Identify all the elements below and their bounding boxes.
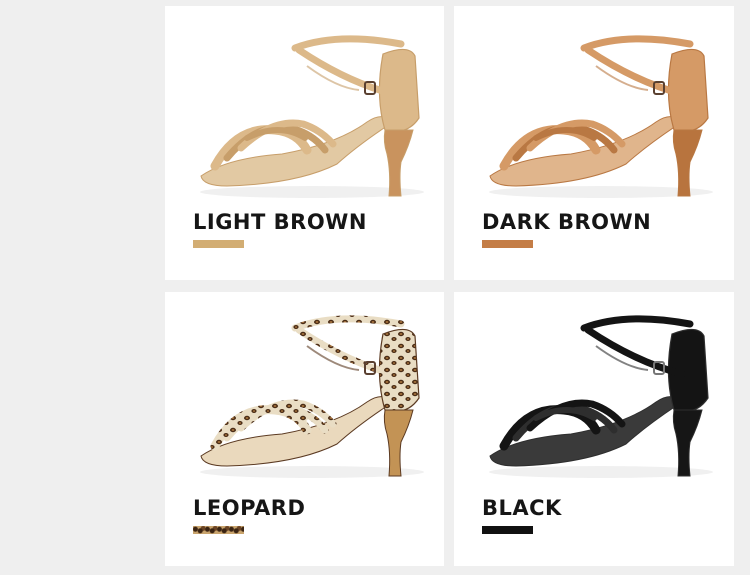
variant-card-black[interactable]: BLACK (454, 292, 734, 566)
color-swatch (193, 240, 244, 248)
shoe-black-image (489, 315, 713, 478)
shoe-leopard-image (200, 315, 424, 478)
variant-card-light-brown[interactable]: LIGHT BROWN (165, 6, 444, 280)
color-swatch (482, 526, 533, 534)
shoe-dark-brown-image (489, 35, 713, 198)
variant-label: LEOPARD (193, 496, 306, 520)
shoe-light-brown-image (200, 35, 424, 198)
variant-card-leopard[interactable]: LEOPARD (165, 292, 444, 566)
color-swatch (193, 526, 244, 534)
variant-label: DARK BROWN (482, 210, 652, 234)
color-swatch (482, 240, 533, 248)
variant-card-dark-brown[interactable]: DARK BROWN (454, 6, 734, 280)
variant-label: BLACK (482, 496, 562, 520)
variant-label: LIGHT BROWN (193, 210, 367, 234)
